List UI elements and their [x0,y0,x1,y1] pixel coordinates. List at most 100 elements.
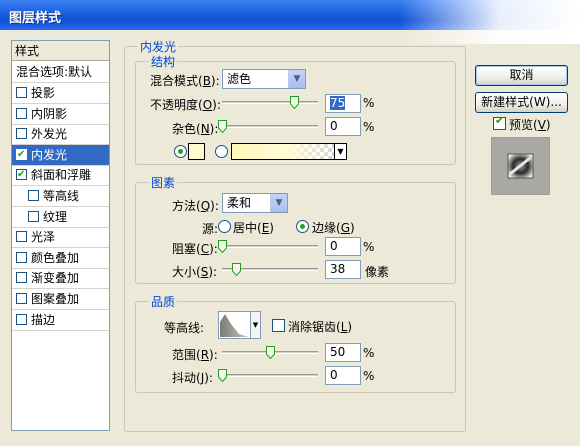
style-item[interactable]: 描边 [12,310,109,330]
source-center-radio[interactable] [218,220,231,233]
method-label: 方法(Q): [172,199,219,213]
style-item-label: 投影 [31,86,56,100]
range-slider-thumb[interactable] [266,346,275,359]
style-item-checkbox[interactable] [16,165,27,185]
style-item[interactable]: 内阴影 [12,104,109,124]
noise-slider[interactable] [222,125,318,128]
elements-title: 图素 [149,174,178,191]
style-item-checkbox[interactable] [16,272,27,284]
style-item-label: 纹理 [43,209,68,224]
chevron-down-icon: ▼ [270,194,287,212]
gradient-radio[interactable] [215,145,228,158]
style-item-checkbox[interactable] [16,107,27,119]
size-slider-thumb[interactable] [232,263,242,276]
title-bar[interactable]: 图层样式 [0,0,580,44]
antialias-label: 消除锯齿(L) [288,320,353,334]
choke-unit: % [363,240,375,254]
style-item-label: 渐变叠加 [31,271,80,286]
jitter-slider-thumb[interactable] [218,369,227,382]
style-item-label: 图案叠加 [31,292,80,306]
layer-style-dialog: 图层样式 样式 混合选项:默认 投影内阴影外发光内发光斜面和浮雕等高线纹理光泽颜… [0,0,580,446]
cancel-button[interactable]: 取消 [475,65,568,86]
source-center-label: 居中(E) [233,221,274,235]
range-unit: % [363,346,375,360]
contour-preview[interactable] [218,311,251,339]
opacity-unit: % [363,96,375,110]
size-label: 大小(S): [172,265,218,279]
choke-slider-thumb[interactable] [218,240,227,253]
choke-label: 阻塞(C): [172,242,218,256]
divider [12,329,109,331]
style-item[interactable]: 光泽 [12,227,109,247]
contour-dropdown-icon[interactable]: ▼ [250,311,261,339]
style-item[interactable]: 外发光 [12,124,109,144]
jitter-slider[interactable] [222,374,318,377]
style-item-label: 斜面和浮雕 [31,168,92,183]
style-item[interactable]: 等高线 [12,186,109,206]
contour-label: 等高线: [164,321,205,335]
style-item-label: 外发光 [31,127,68,142]
style-item-checkbox[interactable] [16,145,27,165]
style-item-label: 颜色叠加 [31,250,80,265]
size-unit: 像素 [365,265,390,279]
choke-slider[interactable] [222,245,318,248]
style-list-header: 样式 [12,41,109,61]
style-item-checkbox[interactable] [28,190,39,201]
style-item-checkbox[interactable] [16,251,27,263]
opacity-slider[interactable] [222,101,318,104]
style-item[interactable]: 渐变叠加 [12,268,109,288]
style-item-checkbox[interactable] [16,293,27,304]
noise-unit: % [363,120,375,134]
jitter-label: 抖动(J): [172,371,213,385]
new-style-button[interactable]: 新建样式(W)... [475,92,568,113]
style-item[interactable]: 斜面和浮雕 [12,165,109,185]
preview-label: 预览(V) [509,118,551,132]
blend-mode-select[interactable]: 滤色 ▼ [222,69,306,89]
style-item-label: 光泽 [31,230,56,245]
style-item-checkbox[interactable] [28,210,39,222]
style-item[interactable]: 图案叠加 [12,289,109,309]
glow-gradient-bar[interactable] [231,143,335,160]
source-edge-radio[interactable] [296,220,309,233]
blend-options-item[interactable]: 混合选项:默认 [12,62,109,82]
style-item-checkbox[interactable] [16,128,27,140]
preview-checkbox[interactable] [493,114,506,130]
size-input[interactable]: 38 [325,260,361,279]
antialias-checkbox[interactable] [272,319,285,332]
source-edge-label: 边缘(G) [312,221,355,235]
jitter-unit: % [363,369,375,383]
title-bar-glare [400,0,580,44]
gradient-dropdown-icon[interactable]: ▼ [334,143,347,160]
contour-curve-icon [220,314,249,337]
range-input[interactable]: 50 [325,343,361,362]
noise-input[interactable]: 0 [325,117,361,136]
range-label: 范围(R): [172,348,218,362]
style-item-label: 等高线 [43,189,80,203]
opacity-label: 不透明度(O): [150,98,221,112]
style-item-checkbox[interactable] [16,87,27,98]
style-item-label: 描边 [31,312,56,327]
glow-color-swatch[interactable] [188,143,205,160]
style-preview [491,137,550,195]
opacity-slider-thumb[interactable] [290,96,299,109]
style-item-label: 内阴影 [31,106,68,121]
style-item-checkbox[interactable] [16,313,27,325]
style-preview-image [507,153,534,179]
solid-color-radio[interactable] [174,145,187,158]
method-value: 柔和 [227,196,252,210]
jitter-input[interactable]: 0 [325,366,361,385]
style-item[interactable]: 纹理 [12,207,109,227]
opacity-input[interactable]: 75 [325,94,361,113]
style-list: 样式 混合选项:默认 投影内阴影外发光内发光斜面和浮雕等高线纹理光泽颜色叠加渐变… [11,40,110,431]
style-item[interactable]: 内发光 [12,144,109,165]
style-item-checkbox[interactable] [16,231,27,243]
window-title: 图层样式 [9,11,62,26]
structure-title: 结构 [149,53,178,70]
source-label: 源: [202,222,219,236]
style-item[interactable]: 投影 [12,83,109,103]
noise-slider-thumb[interactable] [218,120,227,133]
quality-title: 品质 [149,293,178,310]
method-select[interactable]: 柔和 ▼ [222,193,288,213]
style-item[interactable]: 颜色叠加 [12,248,109,268]
choke-input[interactable]: 0 [325,237,361,256]
